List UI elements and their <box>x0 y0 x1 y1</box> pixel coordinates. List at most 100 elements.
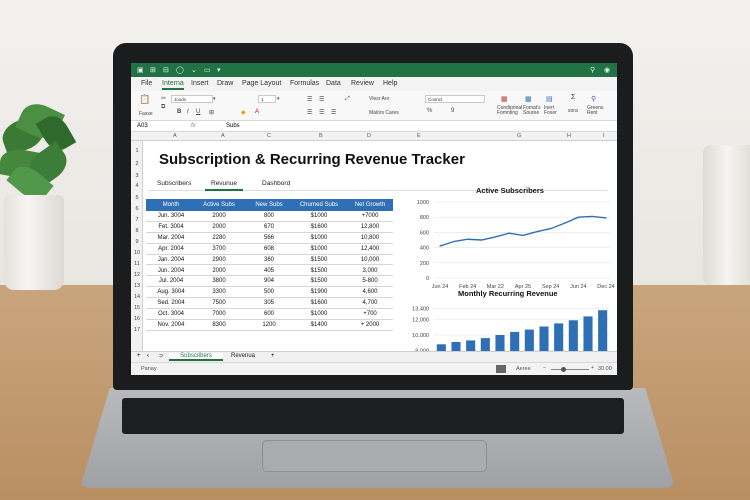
table-header-cell[interactable]: Month <box>150 202 192 208</box>
underline-icon[interactable]: U <box>196 109 200 115</box>
row-header[interactable]: 4 <box>131 183 143 189</box>
table-cell[interactable]: 2000 <box>192 213 246 219</box>
row-header[interactable]: 15 <box>131 305 143 311</box>
table-cell[interactable]: Nov. 2004 <box>150 322 192 328</box>
row-header[interactable]: 13 <box>131 283 143 289</box>
column-header[interactable]: H <box>567 133 571 139</box>
table-cell[interactable]: Mar. 2004 <box>150 235 192 241</box>
wrap-text-label[interactable]: Vlesr Anr <box>369 96 389 102</box>
font-size-select[interactable]: 1 <box>258 95 276 103</box>
table-cell[interactable]: 7000 <box>192 311 246 317</box>
sheet-tab-revenue[interactable]: Revenua <box>225 353 261 359</box>
orientation-icon[interactable]: ⤢ <box>345 96 350 103</box>
table-cell[interactable]: 566 <box>246 235 292 241</box>
table-cell[interactable]: 3300 <box>192 289 246 295</box>
menu-page-layout[interactable]: Page Layout <box>242 80 281 87</box>
row-header[interactable]: 1 <box>131 148 143 154</box>
table-cell[interactable]: $1000 <box>292 213 346 219</box>
redo-icon[interactable]: ⊟ <box>163 66 169 74</box>
table-row[interactable]: Apr. 2004 3700 608 $1000 12,400 <box>146 244 393 255</box>
zoom-slider[interactable] <box>551 369 589 370</box>
column-header[interactable]: D <box>367 133 371 139</box>
formula-input[interactable]: Subs <box>226 123 240 129</box>
paste-label[interactable]: Fasse <box>139 111 153 117</box>
table-header-cell[interactable]: Active Subs <box>192 202 246 208</box>
paste-icon[interactable]: 📋 <box>139 94 150 105</box>
row-header[interactable]: 11 <box>131 261 143 267</box>
find-select-label[interactable]: Greens Rent <box>587 106 609 116</box>
table-cell[interactable]: 8300 <box>192 322 246 328</box>
align-top-icon[interactable]: ☰ <box>307 96 312 103</box>
table-row[interactable]: Mar. 2004 2280 566 $1000 10,800 <box>146 233 393 244</box>
save-icon[interactable]: ▣ <box>137 66 144 74</box>
column-header[interactable]: E <box>417 133 421 139</box>
row-header[interactable]: 8 <box>131 228 143 234</box>
table-cell[interactable]: Fet. 3004 <box>150 224 192 230</box>
table-cell[interactable]: 904 <box>246 278 292 284</box>
table-cell[interactable]: Jul. 2004 <box>150 278 192 284</box>
menu-help[interactable]: Help <box>383 80 397 87</box>
table-cell[interactable]: Jan. 2004 <box>150 257 192 263</box>
table-cell[interactable]: 2000 <box>192 224 246 230</box>
autosave-icon[interactable]: ◯ <box>176 66 184 74</box>
normal-view-icon[interactable] <box>496 365 506 373</box>
zoom-out-button[interactable]: − <box>543 365 546 371</box>
table-cell[interactable]: +700 <box>346 311 394 317</box>
table-cell[interactable]: $1500 <box>292 268 346 274</box>
table-cell[interactable]: 2000 <box>192 268 246 274</box>
format-table-label[interactable]: Fomat's Souree <box>523 106 543 116</box>
table-row[interactable]: Aug. 3004 3300 500 $1900 4,600 <box>146 287 393 299</box>
table-cell[interactable]: $1900 <box>292 289 346 295</box>
table-row[interactable]: Fet. 3004 2000 670 $1600 12,800 <box>146 222 393 233</box>
menu-formulas[interactable]: Formulas <box>290 80 319 87</box>
table-cell[interactable]: $1400 <box>292 322 346 328</box>
table-cell[interactable]: 670 <box>246 224 292 230</box>
menu-file[interactable]: File <box>141 80 152 87</box>
table-cell[interactable]: 1200 <box>246 322 292 328</box>
format-table-icon[interactable]: ▦ <box>525 95 532 103</box>
table-cell[interactable]: $1600 <box>292 300 346 306</box>
fill-color-icon[interactable]: ◆ <box>241 109 246 116</box>
table-cell[interactable]: +7000 <box>346 213 394 219</box>
font-name-dropdown-icon[interactable]: ▾ <box>213 96 216 102</box>
table-cell[interactable]: 600 <box>246 311 292 317</box>
sheet-tab-subscribers[interactable]: Subscribers <box>169 353 223 361</box>
column-header[interactable]: B <box>319 133 323 139</box>
column-header[interactable]: A <box>173 133 177 139</box>
dropdown-icon[interactable]: ⌄ <box>191 66 197 74</box>
cut-icon[interactable]: ✂ <box>161 95 166 102</box>
fx-icon[interactable]: fx <box>191 123 196 129</box>
table-cell[interactable]: 5-800 <box>346 278 394 284</box>
table-cell[interactable]: 4,700 <box>346 300 394 306</box>
menu-insert[interactable]: Insert <box>191 80 209 87</box>
number-format-select[interactable]: Connct <box>425 95 485 103</box>
row-header[interactable]: 14 <box>131 294 143 300</box>
table-row[interactable]: Sed. 2004 7500 305 $1600 4,700 <box>146 298 394 310</box>
table-cell[interactable]: 2900 <box>192 257 246 263</box>
row-header[interactable]: 3 <box>131 173 143 179</box>
menu-draw[interactable]: Draw <box>217 80 233 87</box>
borders-icon[interactable]: ⊞ <box>209 109 214 116</box>
table-cell[interactable]: 3800 <box>192 278 246 284</box>
table-cell[interactable]: $1000 <box>292 311 346 317</box>
table-row[interactable]: Jun. 3004 2000 800 $1000 +7000 <box>146 211 393 222</box>
font-name-select[interactable]: Joods <box>171 95 213 103</box>
percent-button[interactable]: % <box>427 108 432 114</box>
table-cell[interactable]: Jun. 2004 <box>150 268 192 274</box>
table-header-cell[interactable]: New Subs <box>246 202 292 208</box>
font-color-icon[interactable]: A <box>255 109 259 115</box>
table-cell[interactable]: 3,000 <box>346 268 394 274</box>
layout-icon[interactable]: ▭ <box>204 66 211 74</box>
sort-label[interactable]: sora <box>568 108 578 114</box>
font-size-dropdown-icon[interactable]: ▾ <box>277 96 280 102</box>
conditional-format-label[interactable]: Condiponal Fomnting <box>497 106 523 116</box>
more-icon[interactable]: ▾ <box>217 66 221 74</box>
copy-icon[interactable]: ⧉ <box>161 104 165 111</box>
worksheet[interactable]: Subscription & Recurring Revenue Tracker… <box>143 141 617 370</box>
table-cell[interactable]: 608 <box>246 246 292 252</box>
table-cell[interactable]: $1500 <box>292 257 346 263</box>
column-header[interactable]: I <box>603 133 605 139</box>
sheet-nav-first[interactable]: + <box>137 353 141 359</box>
name-box[interactable]: A03 <box>137 123 148 129</box>
menu-home[interactable]: Interna <box>162 80 184 90</box>
